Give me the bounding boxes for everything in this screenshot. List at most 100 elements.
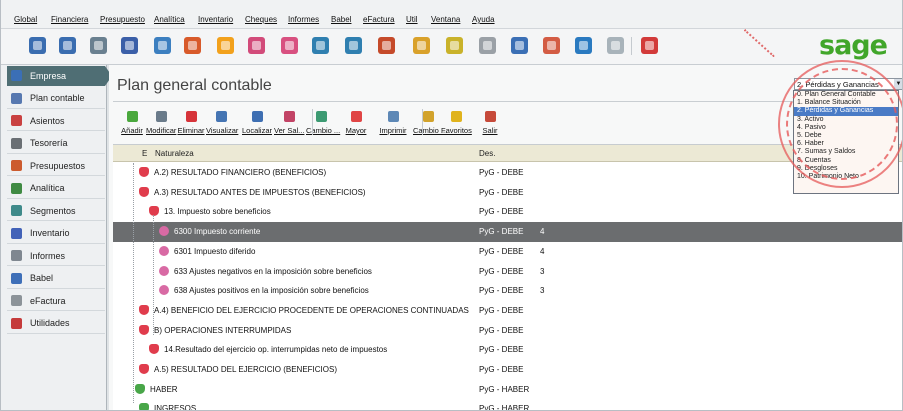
globe2-icon[interactable]	[479, 37, 496, 54]
sidebar-item-label: Asientos	[30, 115, 65, 126]
menu-item[interactable]: Informes	[288, 15, 319, 24]
table-row[interactable]: A.3) RESULTADO ANTES DE IMPUESTOS (BENEF…	[113, 183, 902, 203]
box-icon[interactable]	[413, 37, 430, 54]
letter-icon[interactable]	[248, 37, 265, 54]
ledger-icon[interactable]	[90, 37, 107, 54]
sidebar-item-label: Empresa	[30, 70, 67, 81]
sidebar-item-presupuestos[interactable]: Presupuestos	[7, 156, 105, 176]
folder-icon[interactable]	[345, 37, 362, 54]
menu-item[interactable]: Babel	[331, 15, 351, 24]
table-row[interactable]: B) OPERACIONES INTERRUMPIDAS PyG - DEBE	[113, 321, 902, 341]
box-icon[interactable]	[446, 37, 463, 54]
suppliers-icon[interactable]	[59, 37, 76, 54]
sidebar-item-label: Presupuestos	[30, 160, 86, 171]
sidebar-item-label: Segmentos	[30, 205, 76, 216]
menu-item[interactable]: Presupuesto	[100, 15, 145, 24]
sidebar-item-empresa[interactable]: Empresa	[7, 66, 112, 86]
tree-line	[133, 163, 134, 403]
group-red-icon	[139, 186, 149, 197]
calculator-icon[interactable]	[121, 37, 138, 54]
row-naturaleza: 6301 Impuesto diferido	[174, 246, 256, 256]
search-icon[interactable]	[511, 37, 528, 54]
exit-icon	[484, 111, 496, 122]
sidebar: Empresa Plan contable Asientos Tesorería Pre…	[1, 65, 112, 410]
check-icon[interactable]	[217, 37, 234, 54]
action-view-button[interactable]: Visualizar	[206, 109, 238, 137]
action-ledger-book-button[interactable]: Mayor	[341, 109, 371, 137]
sidebar-item-label: Babel	[30, 273, 54, 283]
clients-icon[interactable]	[29, 37, 46, 54]
sidebar-item-label: Plan contable	[30, 93, 85, 103]
exit-icon[interactable]	[641, 37, 658, 54]
sidebar-item-utilidades[interactable]: Utilidades	[7, 314, 105, 334]
world-icon[interactable]	[575, 37, 592, 54]
table-row[interactable]: 6300 Impuesto corriente PyG - DEBE 4	[113, 222, 902, 242]
table-row[interactable]: A.4) BENEFICIO DEL EJERCICIO PROCEDENTE …	[113, 301, 902, 321]
accounts-grid[interactable]: E Naturaleza Des. A.2) RESULTADO FINANCI…	[113, 144, 902, 410]
row-des: PyG - DEBE	[479, 286, 524, 296]
folder-icon[interactable]	[312, 37, 329, 54]
globe-icon[interactable]	[154, 37, 171, 54]
table-row[interactable]: INGRESOS PyG - HABER	[113, 399, 902, 410]
tools-icon[interactable]	[378, 37, 395, 54]
menu-item[interactable]: Global	[14, 15, 37, 24]
menu-item[interactable]: Cheques	[245, 15, 277, 24]
table-row[interactable]: 633 Ajustes negativos en la imposición s…	[113, 262, 902, 282]
header-naturaleza[interactable]: Naturaleza	[155, 149, 194, 158]
sidebar-item-analtica[interactable]: Analítica	[7, 179, 105, 199]
menu-item[interactable]: Inventario	[198, 15, 233, 24]
treasury-icon	[11, 137, 22, 149]
sidebar-item-label: Analítica	[30, 183, 65, 193]
action-add-button[interactable]: Añadir	[117, 109, 147, 137]
table-row[interactable]: 6301 Impuesto diferido PyG - DEBE 4	[113, 242, 902, 262]
menu-item[interactable]: eFactura	[363, 15, 395, 24]
table-row[interactable]: HABER PyG - HABER	[113, 380, 902, 400]
table-row[interactable]: 14.Resultado del ejercicio op. interrump…	[113, 340, 902, 360]
action-label: Eliminar	[177, 126, 205, 135]
header-des[interactable]: Des.	[479, 149, 495, 158]
table-row[interactable]: 638 Ajustes positivos en la imposición s…	[113, 281, 902, 301]
action-balance-button[interactable]: Ver Sal...	[274, 109, 304, 137]
calendar-icon[interactable]	[543, 37, 560, 54]
chevron-down-icon[interactable]: ▼	[894, 79, 902, 89]
ledger-book-icon	[350, 111, 362, 122]
sidebar-item-tesorera[interactable]: Tesorería	[7, 134, 105, 154]
header-e[interactable]: E	[142, 149, 147, 158]
toolbar-separator	[422, 109, 423, 135]
action-change2-button[interactable]: Cambio ...	[413, 109, 447, 137]
action-delete-button[interactable]: Eliminar	[176, 109, 206, 137]
mail-icon[interactable]	[281, 37, 298, 54]
action-edit-button[interactable]: Modificar	[146, 109, 176, 137]
row-des: PyG - DEBE	[479, 168, 524, 177]
sidebar-item-label: Inventario	[30, 228, 70, 238]
action-change-button[interactable]: Cambio ...	[306, 109, 340, 137]
action-print-button[interactable]: Imprimir	[378, 109, 408, 137]
action-exit-button[interactable]: Salir	[475, 109, 505, 137]
sidebar-item-babel[interactable]: Babel	[7, 269, 105, 289]
menu-item[interactable]: Util	[406, 15, 418, 24]
sidebar-item-informes[interactable]: Informes	[7, 246, 105, 266]
card-icon[interactable]	[607, 37, 624, 54]
page-title: Plan general contable	[117, 77, 272, 94]
menu-item[interactable]: Analítica	[154, 15, 185, 24]
table-row[interactable]: 13. Impuesto sobre beneficios PyG - DEBE	[113, 202, 902, 222]
action-find-button[interactable]: Localizar	[242, 109, 272, 137]
sidebar-item-inventario[interactable]: Inventario	[7, 224, 105, 244]
menu-item[interactable]: Ayuda	[472, 15, 495, 24]
report-icon[interactable]	[184, 37, 201, 54]
sidebar-item-label: Informes	[30, 250, 66, 261]
table-row[interactable]: A.5) RESULTADO DEL EJERCICIO (BENEFICIOS…	[113, 360, 902, 380]
sidebar-item-plancontable[interactable]: Plan contable	[7, 89, 105, 109]
group-red-icon	[139, 304, 149, 315]
menu-item[interactable]: Ventana	[431, 15, 460, 24]
group-green-icon	[139, 403, 149, 410]
action-star-button[interactable]: Favoritos	[441, 109, 472, 137]
group-green-icon	[135, 383, 145, 394]
action-label: Favoritos	[441, 126, 472, 135]
sidebar-item-segmentos[interactable]: Segmentos	[7, 201, 105, 221]
sidebar-item-efactura[interactable]: eFactura	[7, 291, 105, 311]
table-row[interactable]: A.2) RESULTADO FINANCIERO (BENEFICIOS) Py…	[113, 163, 902, 183]
sidebar-item-asientos[interactable]: Asientos	[7, 111, 105, 131]
menu-item[interactable]: Financiera	[51, 15, 88, 24]
row-des: PyG - DEBE	[479, 266, 524, 276]
